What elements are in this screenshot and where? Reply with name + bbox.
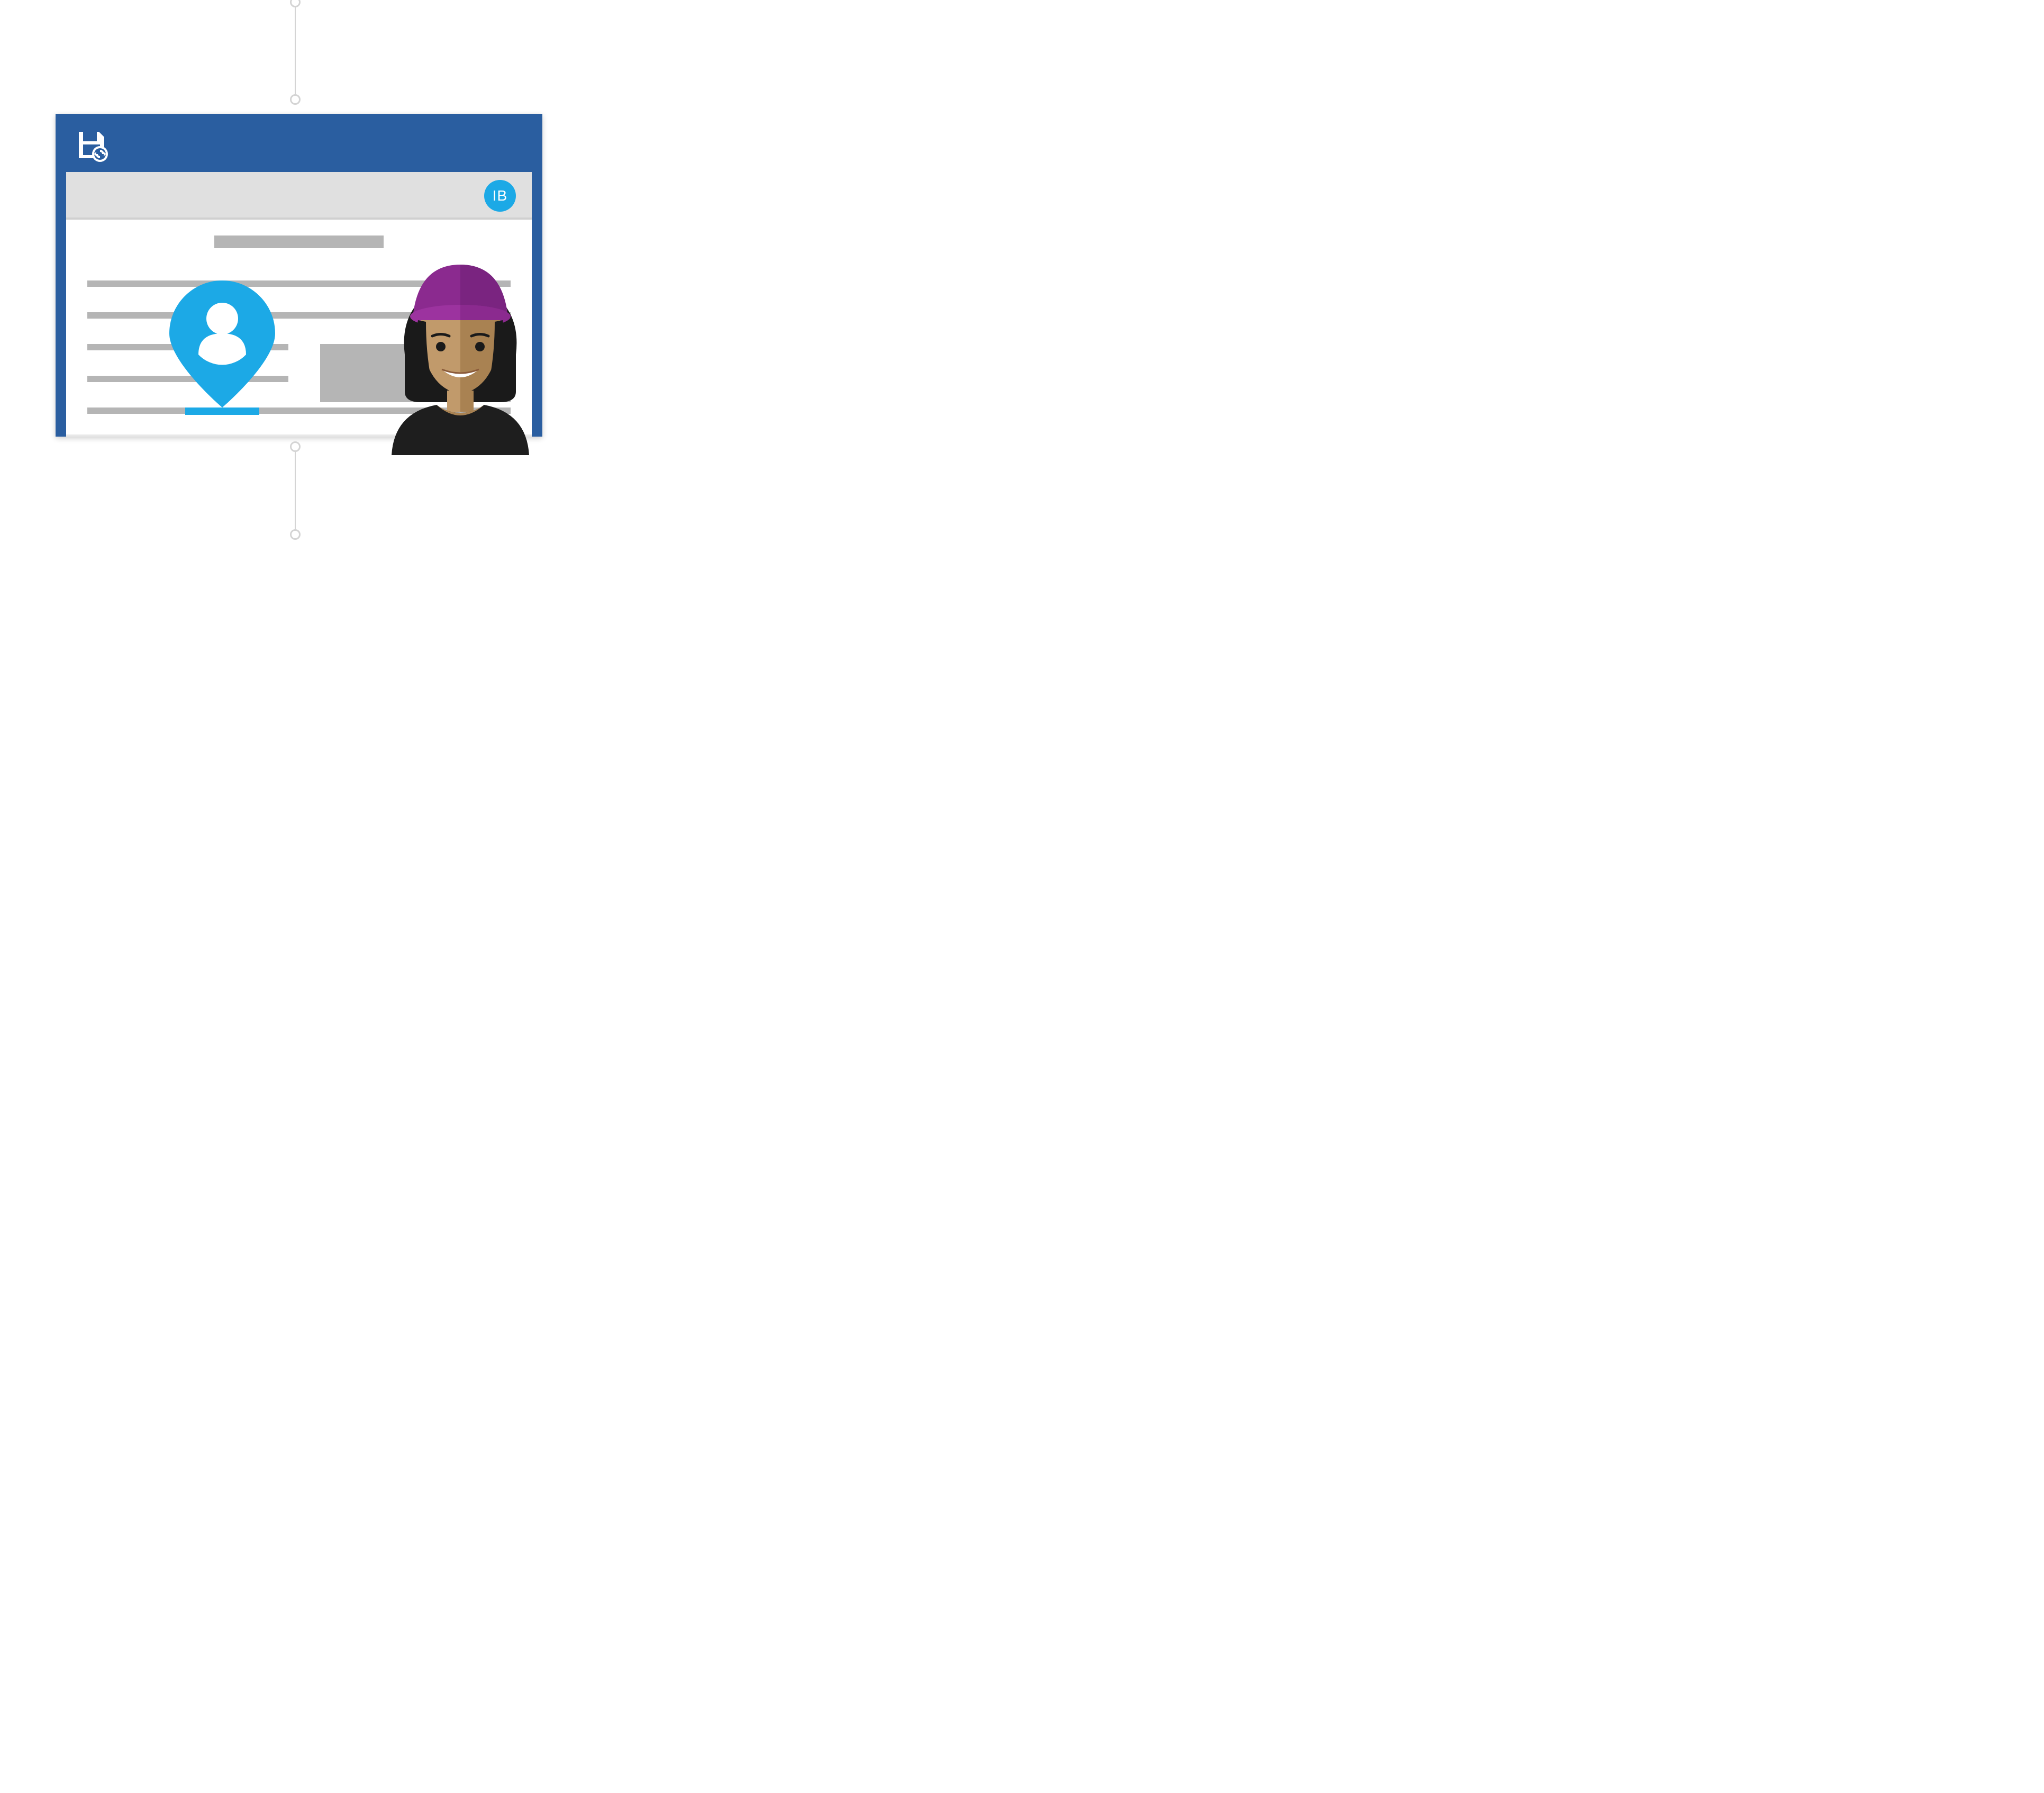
user-avatar[interactable]: IB: [484, 180, 516, 212]
save-sync-icon[interactable]: [76, 130, 108, 165]
page-content: [66, 220, 532, 241]
person-illustration: [368, 243, 553, 455]
connector-bottom: [294, 445, 297, 540]
connector-top: [294, 0, 297, 103]
avatar-initials: IB: [493, 187, 507, 204]
window-titlebar: [56, 114, 542, 177]
person-pin-icon: [169, 280, 275, 418]
title-placeholder: [214, 236, 384, 248]
header-bar: IB: [66, 172, 532, 220]
